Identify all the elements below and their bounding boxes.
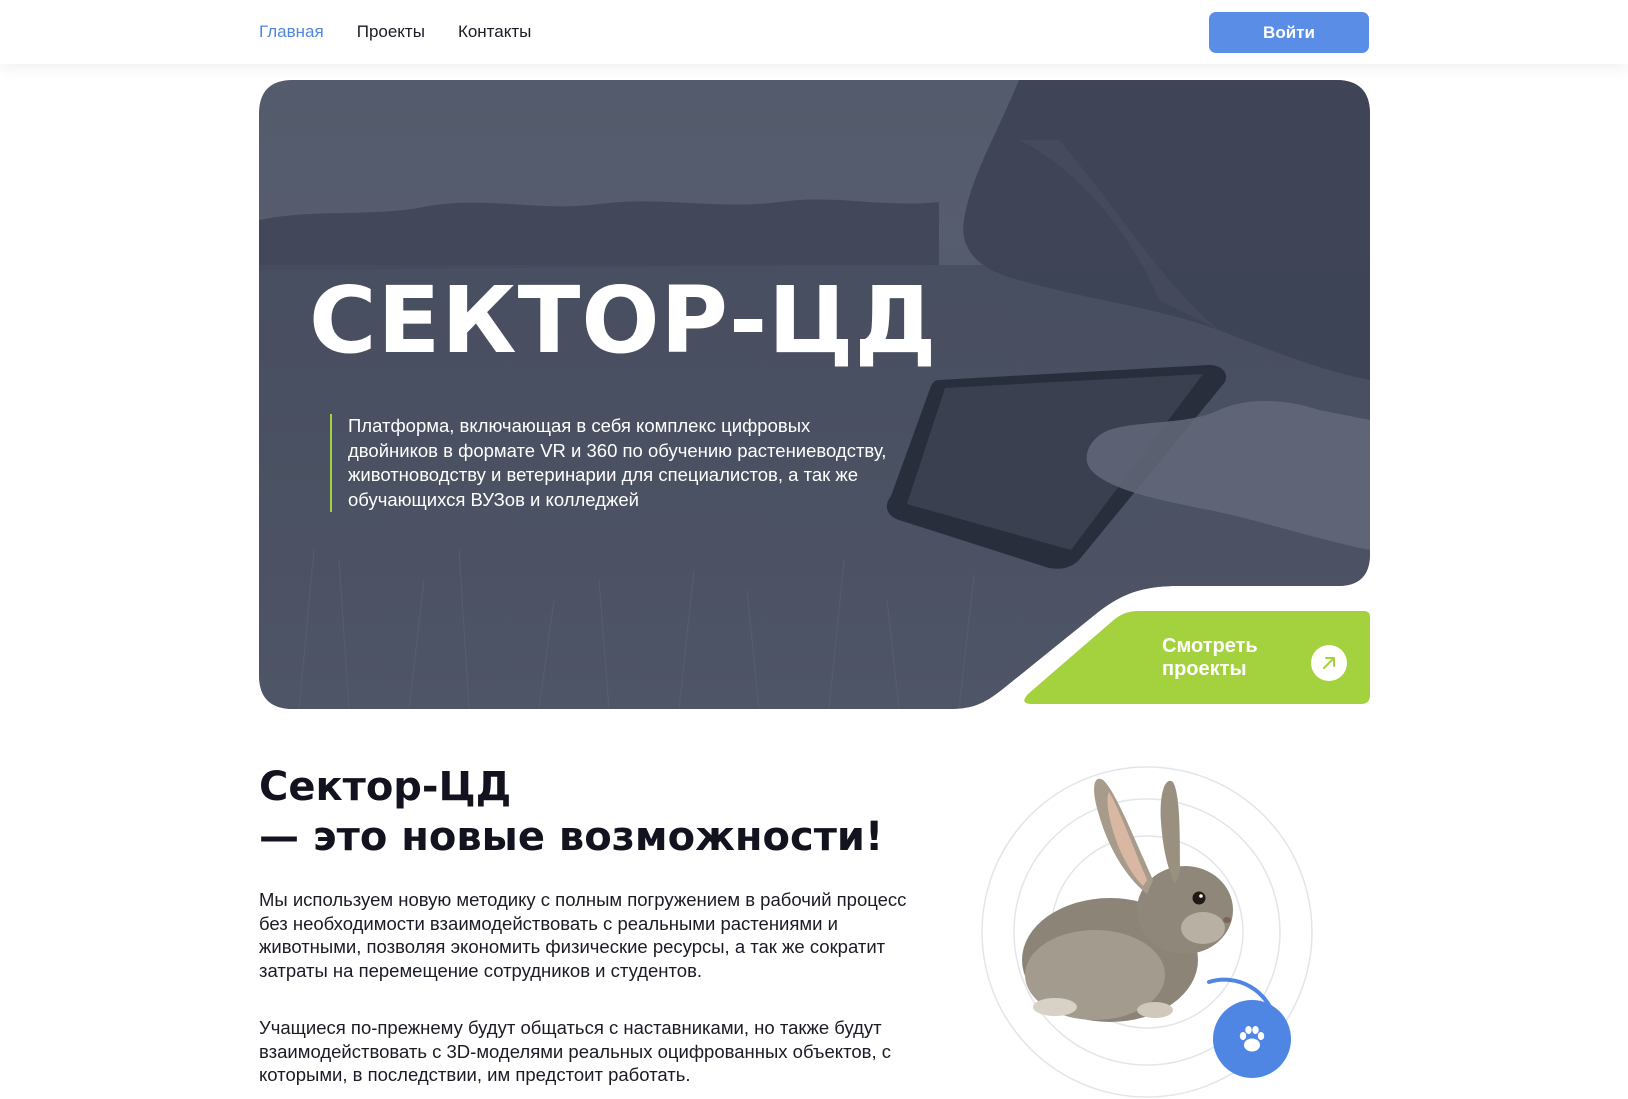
about-title-line2: — это новые возможности! xyxy=(259,814,884,860)
site-header: Главная Проекты Контакты Войти xyxy=(0,0,1628,64)
hero-description: Платформа, включающая в себя комплекс ци… xyxy=(330,414,890,512)
about-paragraph-1: Мы используем новую методику с полным по… xyxy=(259,889,907,981)
hero-section: СЕКТОР-ЦД Платформа, включающая в себя к… xyxy=(259,80,1370,709)
arrow-up-right-icon xyxy=(1311,645,1347,681)
nav-link-projects[interactable]: Проекты xyxy=(357,22,425,42)
main-nav: Главная Проекты Контакты xyxy=(259,0,531,64)
paw-icon xyxy=(1213,1000,1291,1078)
about-title: Сектор-ЦД — это новые возможности! xyxy=(259,762,883,862)
nav-link-home[interactable]: Главная xyxy=(259,22,324,42)
view-projects-button[interactable]: Смотреть проекты xyxy=(1085,611,1370,704)
about-title-line1: Сектор-ЦД xyxy=(259,764,512,810)
login-button[interactable]: Войти xyxy=(1209,12,1369,53)
view-projects-label: Смотреть проекты xyxy=(1162,634,1258,680)
nav-link-contacts[interactable]: Контакты xyxy=(458,22,531,42)
about-paragraph-2: Учащиеся по-прежнему будут общаться с на… xyxy=(259,1017,891,1085)
hero-title: СЕКТОР-ЦД xyxy=(309,267,938,374)
